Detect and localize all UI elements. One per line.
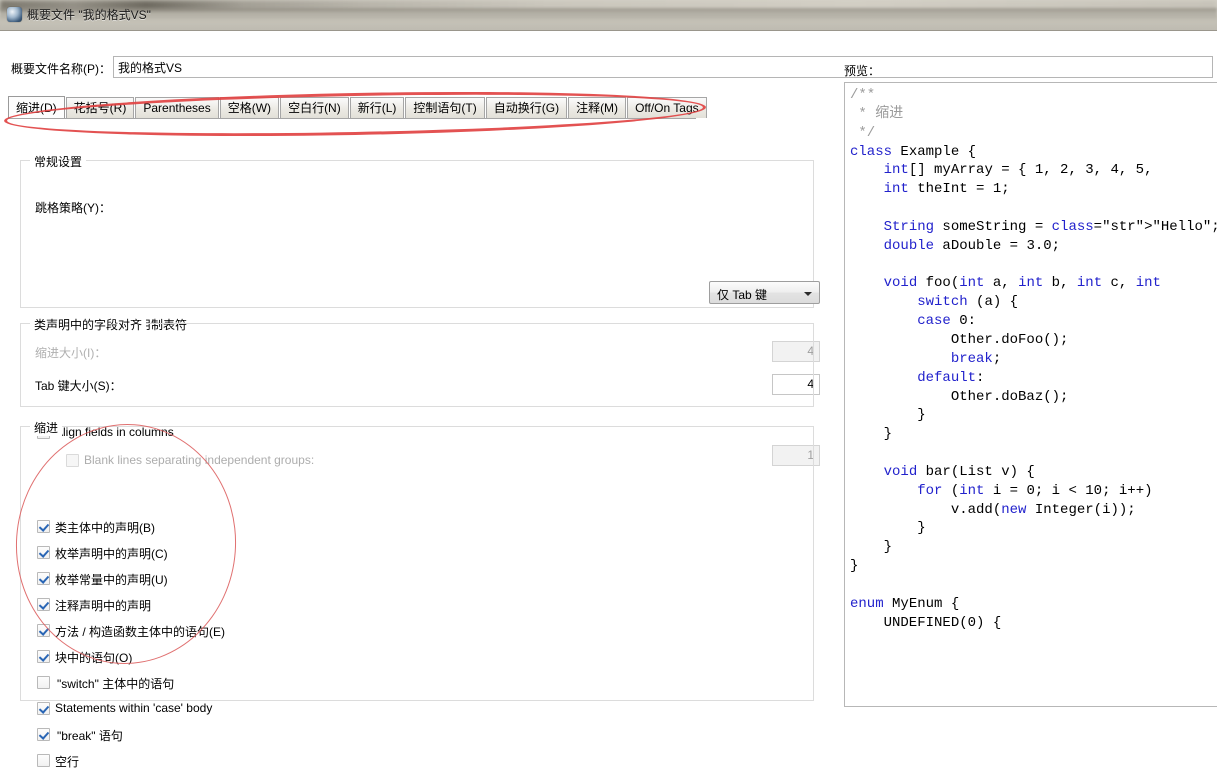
indent-item-8-checkbox[interactable] xyxy=(37,728,50,741)
indent-item-7-label: Statements within 'case' body xyxy=(55,701,213,715)
tab-whitespace[interactable]: 空格(W) xyxy=(219,97,280,118)
indent-item-0-checkbox[interactable] xyxy=(37,520,50,533)
preview-code-box[interactable]: /** * 缩进 */ class Example { int[] myArra… xyxy=(844,82,1217,707)
indent-item-5-checkbox[interactable] xyxy=(37,650,50,663)
tab-comments[interactable]: 注释(M) xyxy=(568,97,627,118)
dialog-client-area: 概要文件名称(P)： 缩进(D) 花括号(R) Parentheses 空格(W… xyxy=(0,30,1217,769)
general-settings-group: 常规设置 xyxy=(20,153,814,308)
indentation-group: 缩进 xyxy=(20,419,814,701)
indentation-title: 缩进 xyxy=(30,419,63,436)
tab-policy-value: 仅 Tab 键 xyxy=(717,288,768,302)
indent-item-5-label: 块中的语句(O) xyxy=(55,651,133,665)
indent-item-9-label: 空行 xyxy=(55,755,80,769)
tab-new-lines[interactable]: 新行(L) xyxy=(349,97,405,118)
indent-item-1-label: 枚举声明中的声明(C) xyxy=(55,547,168,561)
settings-panel: 常规设置 跳格策略(Y)： 仅 Tab 键 仅对前导缩进使用制表符 缩进大小(I… xyxy=(8,119,826,769)
indent-item-0-label: 类主体中的声明(B) xyxy=(55,521,155,535)
indent-item-4-label: 方法 / 构造函数主体中的语句(E) xyxy=(55,625,225,639)
tab-parentheses[interactable]: Parentheses xyxy=(135,97,219,118)
app-icon xyxy=(7,7,22,22)
preview-label: 预览： xyxy=(844,64,881,78)
indent-item-3-label: 注释声明中的声明 xyxy=(55,599,152,613)
indent-item-6-label: "switch" 主体中的语句 xyxy=(57,677,175,691)
titlebar-shade xyxy=(0,8,1217,30)
window-title: 概要文件 "我的格式VS" xyxy=(27,8,151,22)
indent-item-9-checkbox[interactable] xyxy=(37,754,50,767)
indent-item-2-label: 枚举常量中的声明(U) xyxy=(55,573,168,587)
tab-control-statements[interactable]: 控制语句(T) xyxy=(405,97,485,118)
window-titlebar: 概要文件 "我的格式VS" xyxy=(0,0,1217,30)
preview-panel: 预览： /** * 缩进 */ class Example { int[] my… xyxy=(840,62,1217,707)
field-alignment-group: 类声明中的字段对齐 xyxy=(20,316,814,407)
preview-code-text: /** * 缩进 */ class Example { int[] myArra… xyxy=(850,87,1217,631)
indent-item-1-checkbox[interactable] xyxy=(37,546,50,559)
tab-strip[interactable]: 缩进(D) 花括号(R) Parentheses 空格(W) 空白行(N) 新行… xyxy=(8,96,708,119)
tab-indentation[interactable]: 缩进(D) xyxy=(8,96,65,118)
general-settings-title: 常规设置 xyxy=(30,153,87,170)
tab-off-on-tags[interactable]: Off/On Tags xyxy=(627,97,707,118)
indent-item-3-checkbox[interactable] xyxy=(37,598,50,611)
tab-braces[interactable]: 花括号(R) xyxy=(65,97,135,118)
indent-item-2-checkbox[interactable] xyxy=(37,572,50,585)
chevron-down-icon xyxy=(804,292,812,296)
field-alignment-title: 类声明中的字段对齐 xyxy=(30,316,147,333)
tab-blank-lines[interactable]: 空白行(N) xyxy=(280,97,349,118)
indent-item-8-label: "break" 语句 xyxy=(57,729,123,743)
indent-item-4-checkbox[interactable] xyxy=(37,624,50,637)
profile-name-label: 概要文件名称(P)： xyxy=(11,62,111,76)
indent-item-6-checkbox[interactable] xyxy=(37,676,50,689)
tab-policy-dropdown[interactable]: 仅 Tab 键 xyxy=(709,281,820,304)
tab-policy-label: 跳格策略(Y)： xyxy=(35,201,111,215)
tab-line-wrapping[interactable]: 自动换行(G) xyxy=(485,97,568,118)
top-divider xyxy=(0,30,1217,31)
